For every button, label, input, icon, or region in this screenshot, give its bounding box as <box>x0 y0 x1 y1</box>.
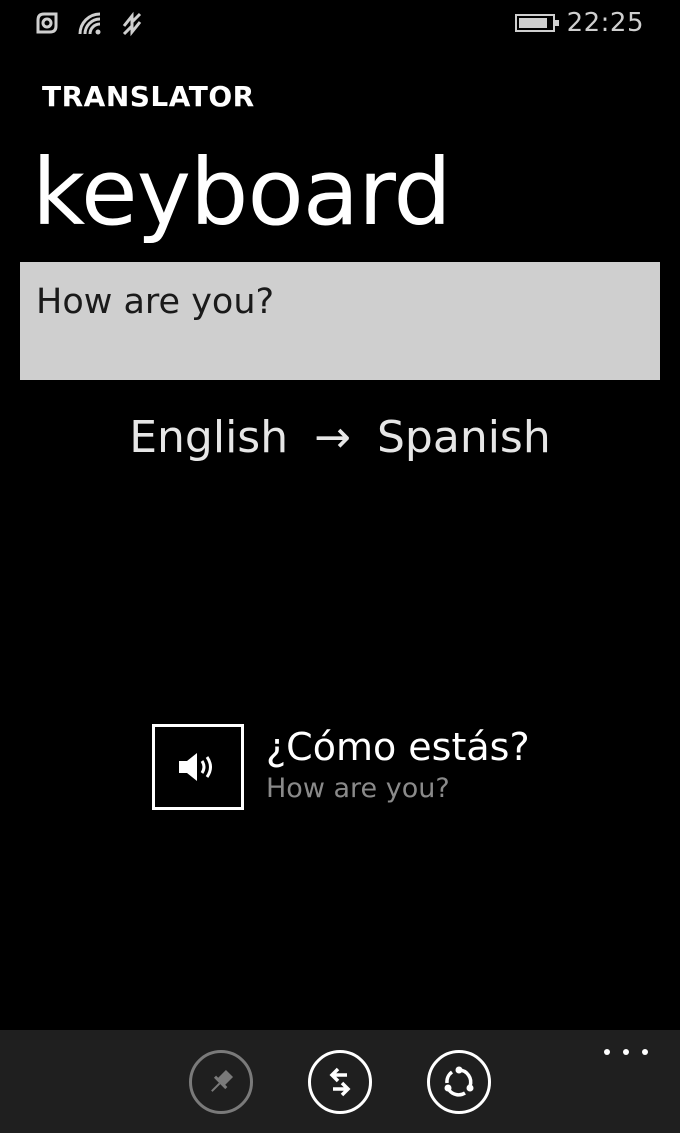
language-pair[interactable]: English → Spanish <box>0 412 680 463</box>
pin-button[interactable] <box>189 1050 253 1114</box>
translation-result: ¿Cómo estás? How are you? <box>266 722 530 806</box>
more-options-icon[interactable] <box>604 1038 648 1066</box>
source-text: How are you? <box>266 773 450 804</box>
clock: 22:25 <box>566 8 644 38</box>
status-bar: 22:25 <box>0 0 680 50</box>
battery-icon <box>514 14 559 32</box>
page-title: keyboard <box>32 139 452 246</box>
source-language[interactable]: English <box>129 412 288 463</box>
app-title: TRANSLATOR <box>42 80 255 113</box>
swap-languages-icon <box>329 1067 351 1097</box>
direction-arrow: → <box>314 412 351 463</box>
wifi-icon <box>78 12 101 35</box>
dot <box>604 1049 610 1055</box>
app-bar <box>0 1030 680 1133</box>
pin-icon <box>211 1069 234 1092</box>
swap-languages-button[interactable] <box>308 1050 372 1114</box>
status-icons <box>34 10 146 38</box>
dot <box>642 1049 648 1055</box>
data-connection-icon <box>122 11 142 37</box>
refresh-button[interactable] <box>427 1050 491 1114</box>
status-right: 22:25 <box>514 8 644 38</box>
speaker-icon <box>179 753 212 781</box>
speak-button[interactable] <box>152 724 244 810</box>
battery-fill <box>518 18 547 28</box>
translated-text: ¿Cómo estás? <box>266 725 530 769</box>
dot <box>623 1049 629 1055</box>
nfc-icon <box>36 12 58 34</box>
refresh-icon <box>444 1066 474 1097</box>
text-input[interactable] <box>20 262 660 380</box>
target-language[interactable]: Spanish <box>377 412 551 463</box>
